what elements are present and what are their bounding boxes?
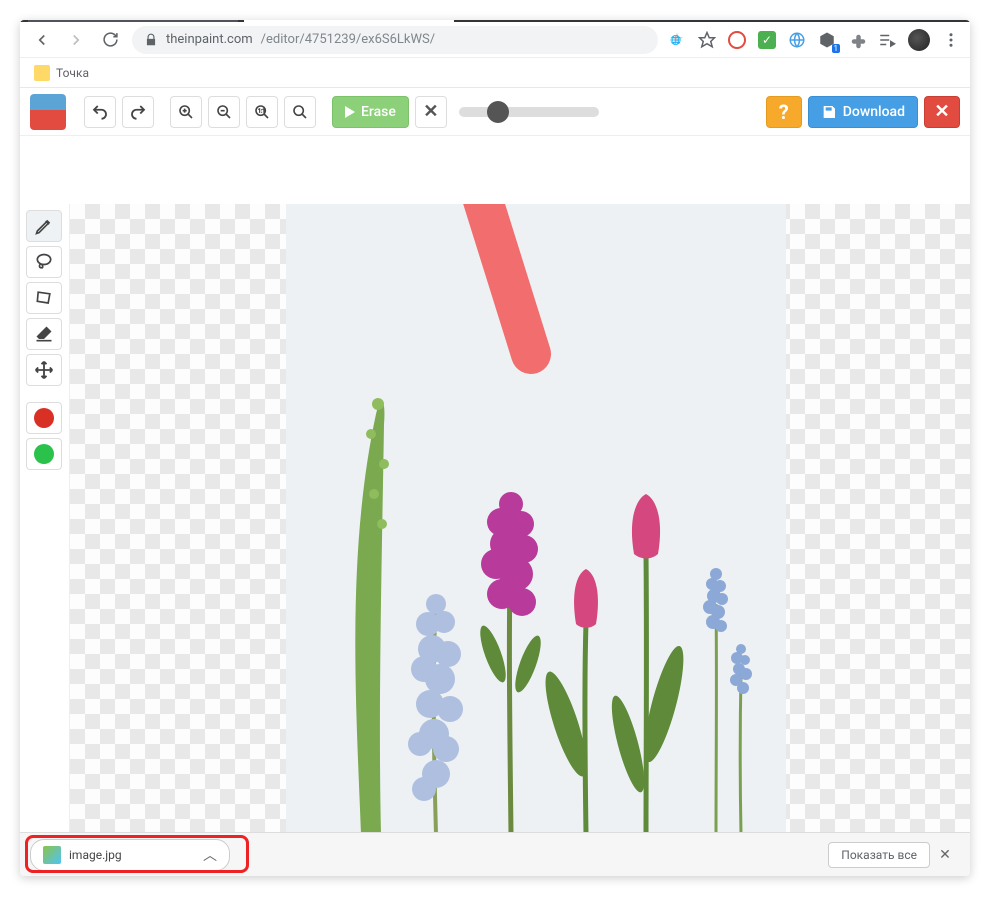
translate-icon[interactable]: 🌐 xyxy=(668,31,686,49)
zoom-actual-button[interactable] xyxy=(284,96,316,128)
green-dot-icon xyxy=(34,444,54,464)
side-toolbar xyxy=(20,204,70,832)
ext-check-icon[interactable]: ✓ xyxy=(758,31,776,49)
work-area xyxy=(20,204,970,832)
color-keep-green[interactable] xyxy=(26,438,62,470)
download-label: Download xyxy=(843,104,905,120)
polygon-tool[interactable] xyxy=(26,282,62,314)
erase-label: Erase xyxy=(361,104,396,120)
tab-lumpics[interactable]: Lumpics.ru × xyxy=(28,20,238,22)
marker-tool[interactable] xyxy=(26,210,62,242)
ext-globe-icon[interactable] xyxy=(788,31,806,49)
browser-window: Lumpics.ru × Inpaint Online × + theinpai… xyxy=(20,20,970,876)
zoom-fit-button[interactable]: 1:1 xyxy=(246,96,278,128)
close-editor-button[interactable]: ✕ xyxy=(924,96,960,128)
svg-text:1:1: 1:1 xyxy=(258,108,265,114)
forward-button[interactable] xyxy=(64,28,88,52)
move-tool[interactable] xyxy=(26,354,62,386)
chevron-up-icon[interactable]: ︿ xyxy=(203,845,217,865)
download-item[interactable]: image.jpg ︿ xyxy=(30,839,230,871)
url-path: /editor/4751239/ex6S6LkWS/ xyxy=(261,32,435,47)
slider-thumb[interactable] xyxy=(487,101,509,123)
canvas-image[interactable] xyxy=(286,204,786,832)
show-all-button[interactable]: Показать все xyxy=(828,842,930,868)
download-filename: image.jpg xyxy=(69,848,122,862)
playlist-icon[interactable] xyxy=(878,31,896,49)
tab-inpaint[interactable]: Inpaint Online × xyxy=(244,20,454,22)
erase-button[interactable]: Erase xyxy=(332,96,409,128)
bookmark-folder[interactable]: Точка xyxy=(56,66,89,80)
color-remove-red[interactable] xyxy=(26,402,62,434)
minimize-button[interactable] xyxy=(934,20,946,32)
red-dot-icon xyxy=(34,408,54,428)
eraser-tool[interactable] xyxy=(26,318,62,350)
close-window-button[interactable] xyxy=(958,20,970,32)
reload-button[interactable] xyxy=(98,28,122,52)
lasso-tool[interactable] xyxy=(26,246,62,278)
download-bar: image.jpg ︿ Показать все ✕ xyxy=(20,832,970,876)
close-downloadbar-button[interactable]: ✕ xyxy=(930,847,960,863)
maximize-button[interactable] xyxy=(946,20,958,32)
undo-button[interactable] xyxy=(84,96,116,128)
cancel-button[interactable]: ✕ xyxy=(415,96,447,128)
save-icon xyxy=(821,104,837,120)
file-thumb-icon xyxy=(43,846,61,864)
zoom-in-button[interactable] xyxy=(170,96,202,128)
url-host: theinpaint.com xyxy=(166,32,253,47)
svg-text:🌐: 🌐 xyxy=(670,34,681,46)
app-toolbar: 1:1 Erase ✕ ? Download ✕ xyxy=(20,88,970,136)
help-button[interactable]: ? xyxy=(766,96,802,128)
canvas-area[interactable] xyxy=(70,204,970,832)
ext-cube-icon[interactable]: 1 xyxy=(818,31,836,49)
app-logo[interactable] xyxy=(30,94,66,130)
new-tab-button[interactable]: + xyxy=(460,20,488,22)
star-icon[interactable] xyxy=(698,31,716,49)
zoom-out-button[interactable] xyxy=(208,96,240,128)
extension-icons: 🌐 ✓ 1 xyxy=(668,29,960,51)
folder-icon xyxy=(34,65,50,81)
back-button[interactable] xyxy=(30,28,54,52)
profile-avatar[interactable] xyxy=(908,29,930,51)
menu-button[interactable] xyxy=(942,31,960,49)
download-button[interactable]: Download xyxy=(808,96,918,128)
address-bar: theinpaint.com/editor/4751239/ex6S6LkWS/… xyxy=(20,22,970,58)
url-input[interactable]: theinpaint.com/editor/4751239/ex6S6LkWS/ xyxy=(132,26,658,54)
bookmarks-bar: Точка xyxy=(20,58,970,88)
brush-size-slider[interactable] xyxy=(459,107,599,117)
extensions-button[interactable] xyxy=(848,31,866,49)
play-icon xyxy=(345,106,355,118)
lock-icon xyxy=(144,33,158,47)
ext-opera-icon[interactable] xyxy=(728,31,746,49)
redo-button[interactable] xyxy=(122,96,154,128)
